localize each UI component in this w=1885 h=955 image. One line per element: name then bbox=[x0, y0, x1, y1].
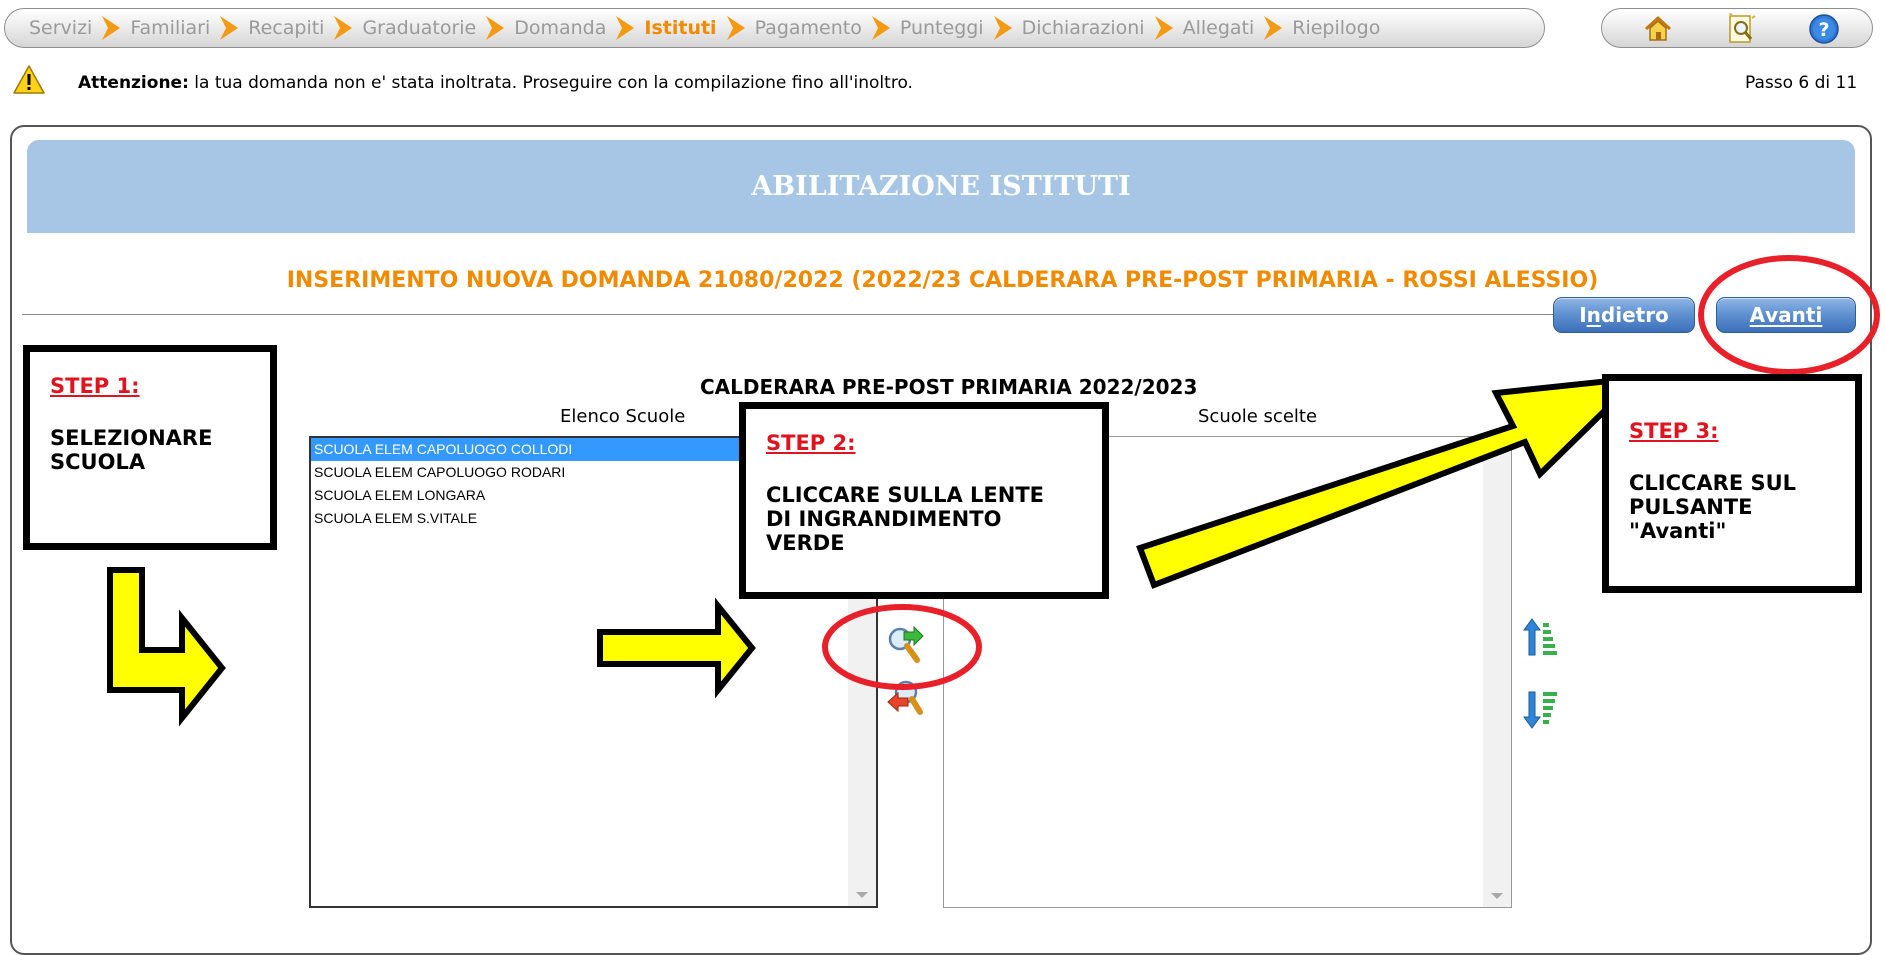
l-arrow-icon bbox=[107, 567, 226, 727]
step3-title: STEP 3: bbox=[1629, 419, 1719, 443]
right-arrow-icon bbox=[597, 597, 756, 699]
highlight-ring-avanti bbox=[1698, 255, 1880, 375]
step2-text: CLICCARE SULLA LENTE DI INGRANDIMENTO VE… bbox=[766, 483, 1044, 555]
step3-callout: STEP 3: CLICCARE SUL PULSANTE "Avanti" bbox=[1602, 374, 1862, 593]
diagonal-arrow-icon bbox=[1136, 374, 1647, 589]
step1-text: SELEZIONARE SCUOLA bbox=[50, 426, 213, 474]
step3-text: CLICCARE SUL PULSANTE "Avanti" bbox=[1629, 471, 1797, 543]
step2-callout: STEP 2: CLICCARE SULLA LENTE DI INGRANDI… bbox=[739, 402, 1109, 599]
step1-callout: STEP 1: SELEZIONARE SCUOLA bbox=[23, 345, 277, 550]
step1-title: STEP 1: bbox=[50, 374, 140, 398]
step2-title: STEP 2: bbox=[766, 431, 856, 455]
highlight-ring-lens bbox=[822, 604, 982, 690]
